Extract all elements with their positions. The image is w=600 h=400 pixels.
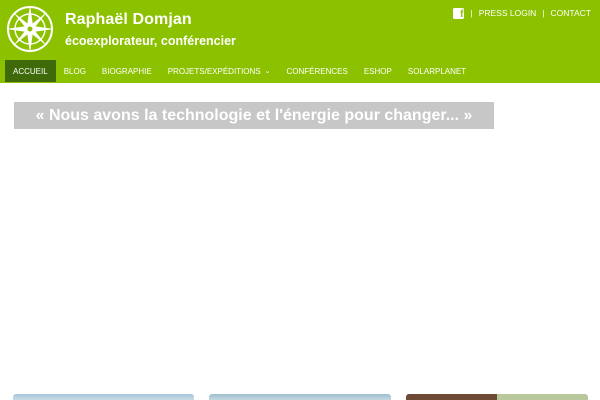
site-header: Raphaël Domjan écoexplorateur, conférenc… — [0, 0, 600, 83]
nav-item-solarplanet[interactable]: SOLARPLANET — [400, 60, 474, 82]
press-login-link[interactable]: PRESS LOGIN — [479, 8, 537, 18]
nav-item-label: PROJETS/EXPÉDITIONS — [167, 66, 261, 76]
nav-item-eshop[interactable]: ESHOP — [356, 60, 400, 82]
facebook-icon[interactable]: f — [453, 7, 465, 19]
main-nav: ACCUEIL BLOG BIOGRAPHIE PROJETS/EXPÉDITI… — [5, 60, 474, 82]
nav-item-blog[interactable]: BLOG — [56, 60, 94, 82]
site-title[interactable]: Raphaël Domjan — [65, 11, 192, 29]
site-tagline: écoexplorateur, conférencier — [65, 34, 236, 48]
nav-item-biographie[interactable]: BIOGRAPHIE — [94, 60, 160, 82]
featured-card-image[interactable] — [13, 394, 194, 400]
featured-card-image[interactable] — [209, 394, 391, 400]
hero-quote: « Nous avons la technologie et l'énergie… — [14, 102, 494, 129]
compass-rose-icon[interactable] — [6, 5, 54, 53]
chevron-down-icon: ⌄ — [264, 68, 271, 75]
nav-item-accueil[interactable]: ACCUEIL — [5, 60, 56, 82]
separator: | — [542, 8, 545, 18]
featured-card-image[interactable] — [406, 394, 588, 400]
nav-item-projets-expeditions[interactable]: PROJETS/EXPÉDITIONS ⌄ — [160, 60, 279, 82]
separator: | — [470, 8, 473, 18]
nav-item-conferences[interactable]: CONFÉRENCES — [279, 60, 356, 82]
top-utility-bar: f | PRESS LOGIN | CONTACT — [453, 6, 591, 20]
featured-thumbnails — [0, 394, 600, 400]
contact-link[interactable]: CONTACT — [551, 8, 591, 18]
